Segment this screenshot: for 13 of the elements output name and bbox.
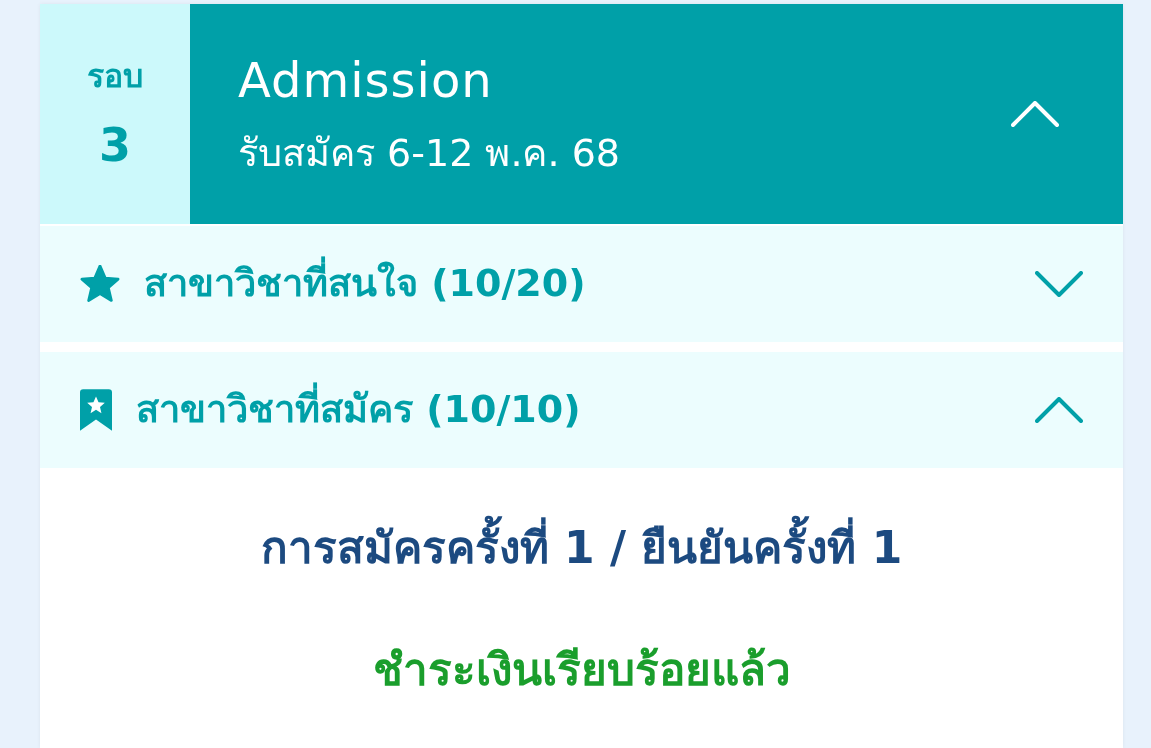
application-title: การสมัครครั้งที่ 1 / ยืนยันครั้งที่ 1 [260,516,903,580]
section-header[interactable]: สาขาวิชาที่สนใจ (10/20) [40,226,1123,342]
section-header[interactable]: สาขาวิชาที่สมัคร (10/10) [40,352,1123,468]
bookmark-star-icon [80,389,112,431]
round-header[interactable]: รอบ 3 Admission รับสมัคร 6-12 พ.ค. 68 [40,4,1123,224]
round-label: รอบ [87,55,143,97]
star-icon [80,265,120,303]
payment-status: ชำระเงินเรียบร้อยแล้ว [372,642,791,697]
section-title: สาขาวิชาที่สมัคร (10/10) [136,382,581,438]
round-dates: รับสมัคร 6-12 พ.ค. 68 [238,129,620,177]
round-title: Admission [238,51,493,111]
round-number: 3 [99,118,131,174]
section-title: สาขาวิชาที่สนใจ (10/20) [144,256,586,312]
